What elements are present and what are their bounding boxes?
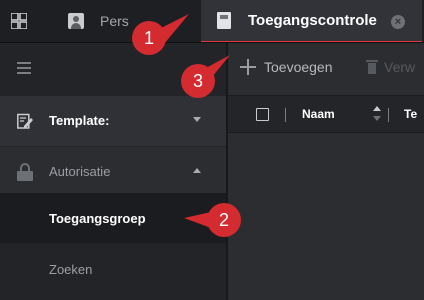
chevron-up-icon[interactable]	[193, 168, 201, 173]
toolbar: Toevoegen Verw	[228, 43, 424, 93]
tab-access-control-label: Toegangscontrole	[248, 12, 377, 29]
sidebar-item-label: Autorisatie	[49, 164, 111, 179]
select-all-checkbox[interactable]	[256, 108, 269, 121]
callout-number: 1	[143, 28, 154, 48]
edit-icon	[17, 113, 33, 129]
table-body	[228, 134, 424, 300]
callout-marker-2: 2	[184, 202, 242, 238]
menu-icon[interactable]	[17, 62, 31, 74]
sort-icon[interactable]	[373, 106, 381, 124]
app-grid-icon[interactable]	[11, 13, 27, 29]
callout-number: 2	[218, 210, 229, 230]
sidebar-item-zoeken[interactable]: Zoeken	[0, 245, 226, 295]
person-icon	[68, 13, 84, 29]
chevron-down-icon[interactable]	[193, 117, 201, 122]
add-button[interactable]: Toevoegen	[240, 56, 333, 78]
callout-number: 3	[192, 71, 203, 91]
sidebar-item-label: Toegangsgroep	[49, 211, 146, 226]
table-header: Naam Te	[228, 95, 424, 133]
callout-marker-3: 3	[180, 55, 230, 99]
trash-icon	[366, 60, 378, 74]
plus-icon	[240, 59, 256, 75]
main-content: Toevoegen Verw Naam Te	[228, 43, 424, 300]
column-header-next[interactable]: Te	[404, 107, 417, 121]
tab-access-control[interactable]: Toegangscontrole ×	[201, 0, 422, 43]
sidebar-item-label: Template:	[49, 113, 110, 128]
document-icon	[217, 12, 231, 29]
lock-icon	[17, 163, 33, 181]
callout-marker-1: 1	[131, 14, 189, 56]
delete-button-label: Verw	[384, 59, 416, 75]
tab-bar: Pers Toegangscontrole ×	[0, 0, 424, 43]
sidebar-item-autorisatie[interactable]: Autorisatie	[0, 147, 226, 197]
column-separator[interactable]	[285, 108, 286, 122]
column-header-name[interactable]: Naam	[302, 107, 335, 121]
sidebar-item-template[interactable]: Template:	[0, 96, 226, 146]
tab-persons-label: Pers	[100, 13, 129, 29]
sidebar-item-label: Zoeken	[49, 262, 93, 277]
add-button-label: Toevoegen	[264, 59, 333, 75]
column-separator[interactable]	[388, 108, 389, 122]
delete-button[interactable]: Verw	[366, 56, 424, 78]
close-icon[interactable]: ×	[391, 15, 405, 29]
